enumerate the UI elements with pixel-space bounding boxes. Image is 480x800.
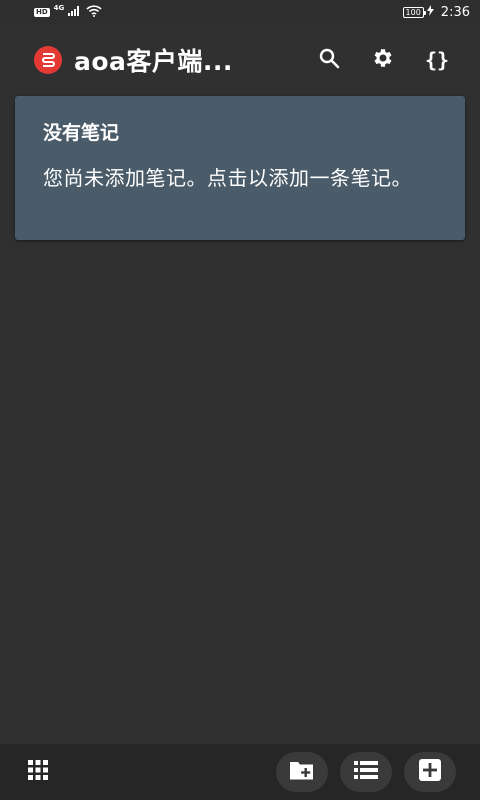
empty-card-title: 没有笔记 (43, 122, 120, 144)
list-view-button[interactable] (340, 752, 392, 792)
list-icon (354, 760, 378, 784)
search-button[interactable] (302, 36, 356, 84)
signal-icon (68, 5, 82, 19)
screen: HD 4G 100 2:36 aoa客户端... {} 没有笔记 您尚未添加笔记… (0, 0, 480, 800)
app-bar: aoa客户端... {} (0, 24, 480, 96)
folder-plus-icon (289, 759, 315, 785)
apps-grid-button[interactable] (24, 758, 52, 786)
bottom-right-actions (276, 752, 456, 792)
code-button[interactable]: {} (410, 36, 464, 84)
status-time: 2:36 (440, 4, 470, 20)
app-actions: {} (302, 36, 464, 84)
bottom-bar (0, 744, 480, 800)
status-right: 100 2:36 (402, 4, 470, 20)
wifi-icon (86, 4, 102, 20)
add-note-button[interactable] (404, 752, 456, 792)
charging-icon (426, 5, 434, 19)
search-icon (318, 47, 340, 73)
settings-button[interactable] (356, 36, 410, 84)
grid-icon (27, 759, 49, 785)
empty-notes-card[interactable]: 没有笔记 您尚未添加笔记。点击以添加一条笔记。 (15, 96, 465, 240)
battery-icon: 100 (402, 6, 427, 18)
gear-icon (371, 46, 395, 74)
empty-card-message: 您尚未添加笔记。点击以添加一条笔记。 (43, 166, 412, 190)
braces-icon: {} (424, 48, 450, 72)
app-logo-icon (34, 46, 62, 74)
new-folder-button[interactable] (276, 752, 328, 792)
app-title: aoa客户端... (74, 47, 233, 76)
plus-box-icon (418, 758, 442, 786)
status-left: HD 4G (34, 4, 102, 20)
status-bar: HD 4G 100 2:36 (0, 0, 480, 24)
network-type-label: 4G (53, 4, 65, 12)
hd-badge: HD (34, 7, 50, 17)
